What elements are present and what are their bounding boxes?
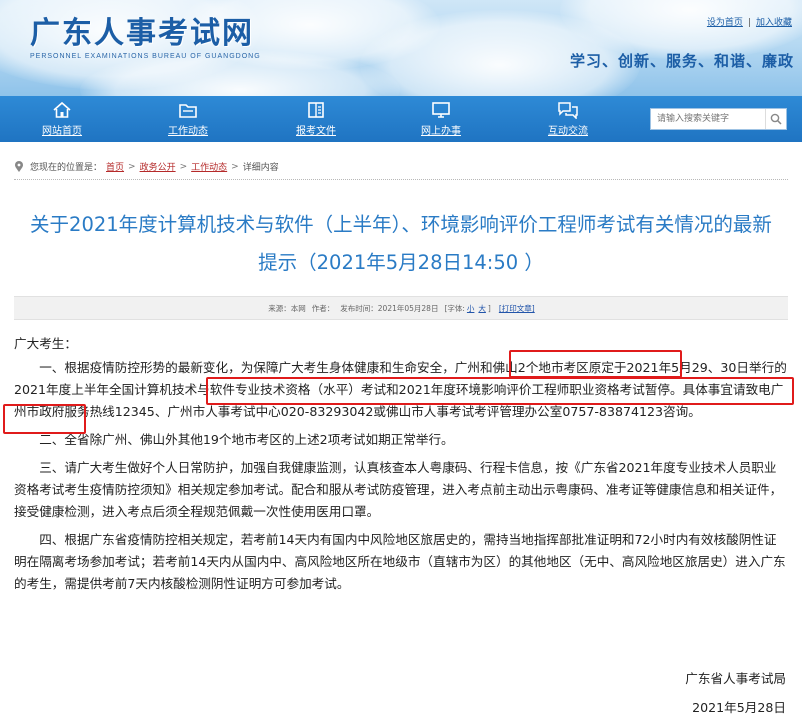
signature-org: 广东省人事考试局 <box>685 671 786 686</box>
paragraph-1: 一、根据疫情防控形势的最新变化，为保障广大考生身体健康和生命安全，广州和佛山2个… <box>14 360 787 419</box>
paragraph-4: 四、根据广东省疫情防控相关规定，若考前14天内有国内中风险地区旅居史的，需持当地… <box>14 532 786 591</box>
meta-date: 发布时间：2021年05月28日 <box>340 303 439 313</box>
nav-label: 互动交流 <box>548 126 588 137</box>
nav-label: 报考文件 <box>296 126 336 137</box>
font-large-link[interactable]: 大 <box>478 303 486 314</box>
article-title-line2: 提示（2021年5月28日14:50 ） <box>258 251 544 274</box>
site-slogan: 学习、创新、服务、和谐、廉政 <box>569 52 794 70</box>
meta-font-label: [字体: <box>444 303 465 313</box>
article-meta: 来源：本网 作者： 发布时间：2021年05月28日 [字体: 小 大 ] [打… <box>14 296 788 320</box>
nav-item-work-news[interactable]: 工作动态 <box>153 96 223 142</box>
nav-label: 网上办事 <box>421 126 461 137</box>
breadcrumb-divider <box>14 179 788 180</box>
paragraph-2: 二、全省除广州、佛山外其他19个地市考区的上述2项考试如期正常举行。 <box>39 432 454 447</box>
font-small-link[interactable]: 小 <box>467 303 475 314</box>
set-homepage-link[interactable]: 设为首页 <box>707 18 743 28</box>
add-favorite-link[interactable]: 加入收藏 <box>756 18 792 28</box>
main-nav: 网站首页 工作动态 报考文件 网上办事 互动交流 <box>0 96 802 142</box>
chat-icon <box>558 102 578 119</box>
article-title-line1: 关于2021年度计算机技术与软件（上半年）、环境影响评价工程师考试有关情况的最新 <box>30 213 772 236</box>
search-input[interactable] <box>651 110 765 128</box>
breadcrumb-home[interactable]: 首页 <box>106 160 124 173</box>
meta-font-close: ] <box>487 303 491 313</box>
meta-author: 作者： <box>311 303 335 313</box>
paragraph-3: 三、请广大考生做好个人日常防护，加强自我健康监测，认真核查本人粤康码、行程卡信息… <box>14 460 783 519</box>
print-article-link[interactable]: [打印文章] <box>499 303 535 314</box>
nav-label: 网站首页 <box>42 126 82 137</box>
top-links: 设为首页 | 加入收藏 <box>706 18 792 28</box>
site-logo[interactable]: 广东人事考试网 <box>30 8 254 52</box>
site-logo-english: PERSONNEL EXAMINATIONS BUREAU OF GUANGDO… <box>30 53 261 60</box>
greeting: 广大考生： <box>14 336 77 351</box>
breadcrumb-current: 详细内容 <box>242 163 279 173</box>
nav-label: 工作动态 <box>168 126 208 137</box>
search-box <box>650 108 787 130</box>
article-body: 广大考生： 一、根据疫情防控形势的最新变化，为保障广大考生身体健康和生命安全，广… <box>14 333 788 595</box>
article-title: 关于2021年度计算机技术与软件（上半年）、环境影响评价工程师考试有关情况的最新… <box>16 206 786 282</box>
search-icon <box>770 113 782 125</box>
nav-item-home[interactable]: 网站首页 <box>27 96 97 142</box>
monitor-icon <box>432 102 450 118</box>
folder-icon <box>179 104 197 118</box>
search-button[interactable] <box>765 109 786 129</box>
breadcrumb-gov-affairs[interactable]: 政务公开 <box>140 160 176 173</box>
nav-item-interaction[interactable]: 互动交流 <box>533 96 603 142</box>
meta-source: 来源：本网 <box>268 303 306 313</box>
site-banner: 广东人事考试网 PERSONNEL EXAMINATIONS BUREAU OF… <box>0 0 802 96</box>
breadcrumb: 您现在的位置是： 首页 > 政务公开 > 工作动态 > 详细内容 <box>14 160 279 173</box>
book-icon <box>308 102 324 118</box>
nav-item-online-service[interactable]: 网上办事 <box>406 96 476 142</box>
signature-date: 2021年5月28日 <box>692 700 786 715</box>
breadcrumb-work-news[interactable]: 工作动态 <box>191 160 227 173</box>
home-icon <box>53 101 71 118</box>
breadcrumb-prefix: 您现在的位置是： <box>30 163 103 173</box>
location-pin-icon <box>15 160 23 172</box>
nav-item-exam-files[interactable]: 报考文件 <box>281 96 351 142</box>
